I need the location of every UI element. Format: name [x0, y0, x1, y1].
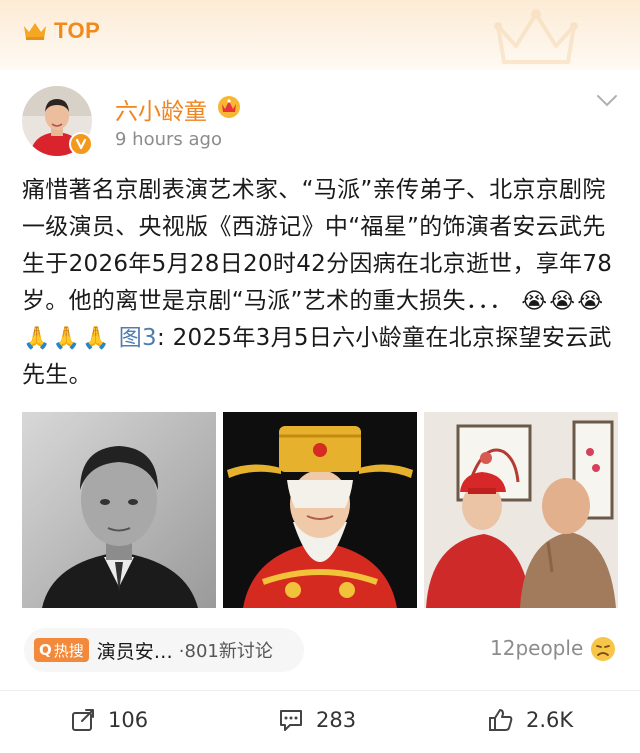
top-badge: TOP [22, 18, 100, 44]
image-portrait-bw[interactable] [22, 412, 216, 608]
verified-badge-icon [69, 132, 93, 156]
image-visit-photo[interactable] [424, 412, 618, 608]
topic-discussion-count: ·801新讨论 [178, 641, 273, 662]
author-name[interactable]: 六小龄童 [115, 92, 207, 126]
repost-button[interactable]: 106 [70, 704, 148, 736]
hot-search-tag: Q 热搜 [34, 638, 89, 662]
crying-emoji: 😭 [549, 289, 576, 314]
crying-emoji: 😭 [521, 289, 548, 314]
reaction-people-count[interactable]: 12people [490, 636, 583, 660]
sad-face-icon [591, 637, 615, 661]
picture-reference-link[interactable]: 图3 [119, 325, 157, 351]
hot-topic-pill[interactable]: Q 热搜 演员安… ·801新讨论 [24, 628, 304, 672]
comment-icon [280, 710, 302, 731]
crying-emoji: 😭 [577, 289, 604, 314]
top-label: TOP [54, 18, 101, 43]
post-body: 痛惜著名京剧表演艺术家、“马派”亲传弟子、北京京剧院一级演员、央视版《西游记》中… [22, 172, 626, 394]
post-header: 六小龄童 9 hours ago [22, 82, 622, 162]
like-button[interactable]: 2.6K [488, 704, 573, 736]
share-icon [72, 709, 94, 731]
chevron-down-icon[interactable] [596, 94, 618, 108]
top-banner: TOP [0, 0, 640, 70]
portrait-bw-image [22, 412, 216, 608]
post-time: 9 hours ago [115, 129, 222, 150]
image-grid [22, 412, 618, 608]
divider [0, 690, 640, 691]
decorative-crown-icon [494, 9, 578, 64]
comment-count: 283 [316, 708, 357, 732]
fuxing-costume-image [223, 412, 417, 608]
thumbs-up-icon [489, 709, 513, 731]
praying-hands-emoji: 🙏 [52, 326, 81, 351]
comment-button[interactable]: 283 [278, 704, 356, 736]
crown-icon [24, 23, 46, 40]
vip-crown-icon[interactable] [216, 94, 242, 118]
like-count: 2.6K [526, 708, 574, 732]
image-fuxing-costume[interactable] [223, 412, 417, 608]
praying-hands-emoji: 🙏 [82, 326, 111, 351]
topic-name: 演员安… [96, 640, 173, 663]
post-text-tail: : 2025年3月5日六小龄童在北京探望安云武先生。 [22, 325, 612, 388]
search-icon: Q [39, 641, 52, 659]
praying-hands-emoji: 🙏 [23, 326, 51, 351]
hot-tag-label: 热搜 [53, 641, 84, 660]
repost-count: 106 [108, 708, 149, 732]
visit-photo-image [424, 412, 618, 608]
